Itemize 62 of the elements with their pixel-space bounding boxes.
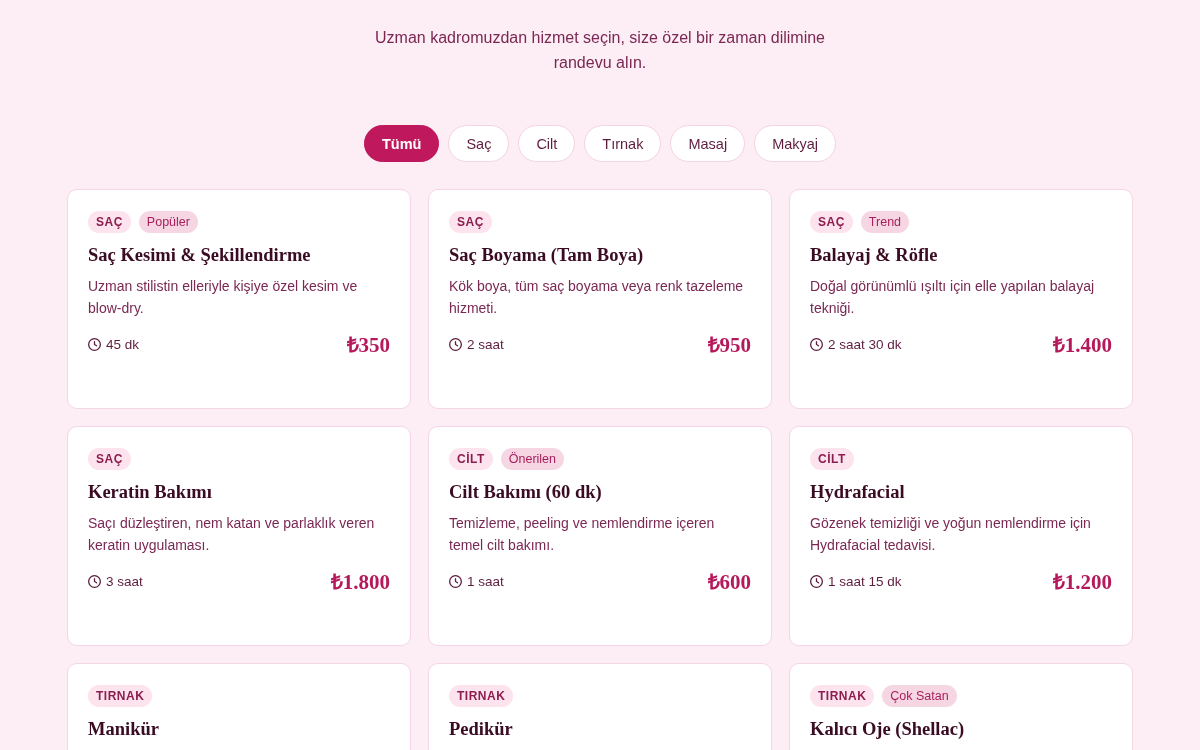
service-title: Saç Boyama (Tam Boya) xyxy=(449,244,645,266)
highlight-tag: Önerilen xyxy=(500,448,565,470)
service-title: Saç Kesimi & Şekillendirme xyxy=(88,244,312,266)
service-duration: 1 saat xyxy=(467,573,504,589)
highlight-tag: Çok Satan xyxy=(882,685,957,707)
service-description: Kök boya, tüm saç boyama veya renk tazeleme hizmeti. xyxy=(449,277,745,318)
service-description: Saçı düzleştiren, nem katan ve parlaklık veren keratin uygulaması. xyxy=(88,514,376,555)
service-title: Keratin Bakımı xyxy=(88,481,213,503)
service-description: Temizleme, peeling ve nemlendirme içeren temel cilt bakımı. xyxy=(449,514,716,555)
service-card[interactable]: CİLT Önerilen Cilt Bakımı (60 dk) Temizleme, peeling ve nemlendirme içeren temel cilt bakımı. 1 saat ₺600 xyxy=(428,426,772,646)
service-card[interactable]: TIRNAK Manikür xyxy=(67,663,411,750)
service-price: ₺350 xyxy=(346,332,390,358)
category-tag: TIRNAK xyxy=(449,685,514,707)
filter-tab[interactable]: Cilt xyxy=(518,125,576,162)
category-tag: SAÇ xyxy=(449,211,492,233)
clock-icon xyxy=(449,574,462,588)
service-price: ₺950 xyxy=(707,332,751,358)
highlight-tag: Trend xyxy=(860,211,910,233)
filter-tab[interactable]: Tümü xyxy=(363,125,440,162)
highlight-tag: Popüler xyxy=(138,211,198,233)
service-title: Hydrafacial xyxy=(810,481,906,503)
service-title: Manikür xyxy=(88,718,160,740)
service-description: Doğal görünümlü ışıltı için elle yapılan balayaj tekniği. xyxy=(810,277,1096,318)
category-tag: SAÇ xyxy=(810,211,853,233)
service-price: ₺1.400 xyxy=(1052,332,1112,358)
service-card[interactable]: TIRNAK Pedikür xyxy=(428,663,772,750)
filter-tab[interactable]: Tırnak xyxy=(584,125,662,162)
service-title: Pedikür xyxy=(449,718,514,740)
category-tag: SAÇ xyxy=(88,448,131,470)
category-tag: CİLT xyxy=(449,448,493,470)
category-tag: SAÇ xyxy=(88,211,131,233)
category-tag: TIRNAK xyxy=(88,685,153,707)
clock-icon xyxy=(449,337,462,351)
service-duration: 3 saat xyxy=(106,573,143,589)
service-duration: 2 saat 30 dk xyxy=(828,336,902,352)
clock-icon xyxy=(810,337,823,351)
service-card[interactable]: SAÇ Popüler Saç Kesimi & Şekillendirme Uzman stilistin elleriyle kişiye özel kesim ve blow-dry. 45 dk ₺350 xyxy=(67,189,411,409)
service-price: ₺1.200 xyxy=(1052,569,1112,595)
clock-icon xyxy=(88,337,101,351)
filter-tab[interactable]: Saç xyxy=(448,125,510,162)
service-description: Uzman stilistin elleriyle kişiye özel kesim ve blow-dry. xyxy=(88,277,359,318)
category-tag: CİLT xyxy=(810,448,854,470)
filter-tab[interactable]: Makyaj xyxy=(754,125,837,162)
category-tag: TIRNAK xyxy=(810,685,875,707)
service-title: Balayaj & Röfle xyxy=(810,244,939,266)
service-duration: 1 saat 15 dk xyxy=(828,573,902,589)
service-price: ₺600 xyxy=(707,569,751,595)
service-card[interactable]: CİLT Hydrafacial Gözenek temizliği ve yoğun nemlendirme için Hydrafacial tedavisi. 1 saat 15 dk ₺1.200 xyxy=(789,426,1133,646)
service-card[interactable]: SAÇ Trend Balayaj & Röfle Doğal görünümlü ışıltı için elle yapılan balayaj tekniği. 2 saat 30 dk ₺1.400 xyxy=(789,189,1133,409)
service-duration: 45 dk xyxy=(106,336,140,352)
service-title: Cilt Bakımı (60 dk) xyxy=(449,481,603,503)
service-description: Gözenek temizliği ve yoğun nemlendirme için Hydrafacial tedavisi. xyxy=(810,514,1092,555)
service-card[interactable]: TIRNAK Çok Satan Kalıcı Oje (Shellac) xyxy=(789,663,1133,750)
service-card[interactable]: SAÇ Saç Boyama (Tam Boya) Kök boya, tüm saç boyama veya renk tazeleme hizmeti. 2 saat ₺950 xyxy=(428,189,772,409)
service-title: Kalıcı Oje (Shellac) xyxy=(810,718,966,740)
service-duration: 2 saat xyxy=(467,336,504,352)
service-price: ₺1.800 xyxy=(330,569,390,595)
clock-icon xyxy=(88,574,101,588)
page-subtitle: Uzman kadromuzdan hizmet seçin, size özel bir zaman dilimine randevu alın. xyxy=(374,28,826,73)
service-card[interactable]: SAÇ Keratin Bakımı Saçı düzleştiren, nem katan ve parlaklık veren keratin uygulaması. 3 saat ₺1.800 xyxy=(67,426,411,646)
clock-icon xyxy=(810,574,823,588)
filter-tab[interactable]: Masaj xyxy=(670,125,746,162)
